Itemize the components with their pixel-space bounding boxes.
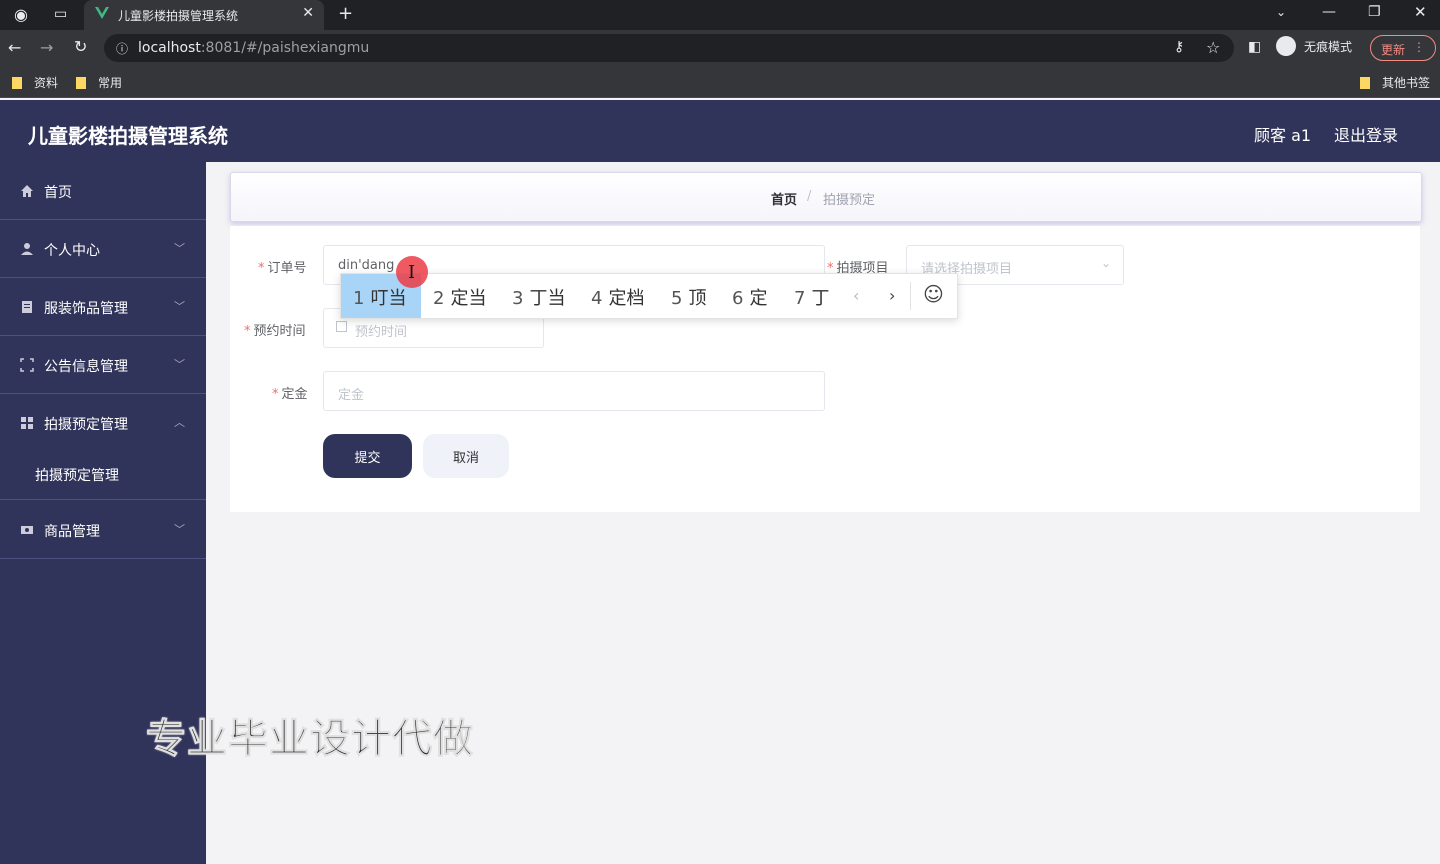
info-icon[interactable]: ⓘ	[116, 40, 128, 57]
sidebar-item-clothing[interactable]: 服装饰品管理 ﹀	[0, 278, 206, 336]
breadcrumb: 首页 / 拍摄预定	[230, 172, 1422, 222]
document-icon	[22, 301, 32, 313]
current-user: 顾客 a1	[1254, 126, 1312, 145]
sidebar-item-profile[interactable]: 个人中心 ﹀	[0, 220, 206, 278]
sidebar-item-booking[interactable]: 拍摄预定管理 ︿	[0, 394, 206, 452]
submenu-item-booking-manage[interactable]: 拍摄预定管理	[0, 450, 206, 500]
home-icon	[21, 185, 33, 197]
ticket-icon	[21, 526, 33, 534]
browser-tab-bar: ◉ ▭ 儿童影楼拍摄管理系统 ✕ + ⌄ — ❐ ✕	[0, 0, 1440, 30]
back-icon[interactable]: ←	[8, 38, 21, 57]
folder-icon	[76, 77, 86, 89]
breadcrumb-home[interactable]: 首页	[771, 189, 797, 208]
star-icon[interactable]: ☆	[1206, 38, 1220, 57]
order-no-label: * 订单号	[258, 261, 307, 276]
close-window-icon[interactable]: ✕	[1414, 3, 1427, 21]
ime-candidate-bar: 1 叮当 2 定当 3 丁当 4 定档 5顶 6定 7丁 ‹ › ☺	[340, 273, 958, 319]
url-text: localhost:8081/#/paishexiangmu	[138, 40, 370, 56]
bookmark-folder[interactable]: 常用	[76, 74, 122, 91]
ime-candidate[interactable]: 5顶	[671, 274, 706, 318]
chevron-down-icon: ﹀	[174, 300, 185, 313]
sidebar-item-label: 公告信息管理	[44, 359, 128, 375]
app-title: 儿童影楼拍摄管理系统	[28, 124, 228, 148]
chevron-down-icon[interactable]: ⌄	[1276, 5, 1286, 19]
url-field[interactable]: ⓘ localhost:8081/#/paishexiangmu ⚷ ☆	[104, 34, 1234, 62]
ime-candidate[interactable]: 4 定档	[591, 274, 644, 318]
new-tab-button[interactable]: +	[338, 3, 353, 24]
logout-link[interactable]: 退出登录	[1334, 122, 1398, 146]
folder-icon	[1360, 77, 1370, 89]
sidebar-item-label: 服装饰品管理	[44, 301, 128, 317]
chevron-down-icon: ﹀	[174, 358, 185, 371]
chevron-up-icon: ︿	[174, 416, 185, 429]
breadcrumb-current: 拍摄预定	[823, 193, 876, 208]
chevron-down-icon: ⌄	[1100, 256, 1111, 270]
emoji-icon[interactable]: ☺	[923, 282, 944, 306]
sidepanel-icon[interactable]: ◧	[1248, 39, 1261, 55]
browser-tab[interactable]: 儿童影楼拍摄管理系统 ✕	[84, 0, 324, 30]
incognito-icon	[1276, 36, 1296, 56]
ime-candidate[interactable]: 7丁	[794, 274, 829, 318]
ime-divider	[910, 282, 911, 310]
globe-icon[interactable]: ◉	[14, 5, 28, 24]
chevron-down-icon: ﹀	[174, 523, 185, 536]
restore-icon[interactable]: ❐	[1368, 4, 1381, 20]
update-button[interactable]: 更新 ⋮	[1370, 35, 1436, 61]
cancel-button[interactable]: 取消	[423, 434, 509, 478]
order-no-value: din'dang	[338, 258, 395, 273]
calendar-icon	[336, 321, 347, 332]
deposit-label: * 定金	[272, 387, 308, 402]
watermark-text: 专业毕业设计代做	[146, 716, 474, 763]
ime-candidate[interactable]: 3 丁当	[512, 274, 565, 318]
app-header: 儿童影楼拍摄管理系统 顾客 a1 退出登录	[0, 100, 1440, 162]
sidebar-item-home[interactable]: 首页	[0, 162, 206, 220]
sidebar-item-label: 首页	[44, 185, 72, 201]
bookmarks-bar: 资料 常用 其他书签	[0, 66, 1440, 98]
time-label: * 预约时间	[244, 324, 306, 339]
time-placeholder: 预约时间	[355, 325, 408, 340]
other-bookmarks[interactable]: 其他书签	[1360, 74, 1430, 91]
close-icon[interactable]: ✕	[302, 5, 314, 21]
ime-candidate[interactable]: 2 定当	[433, 274, 486, 318]
tab-title: 儿童影楼拍摄管理系统	[118, 9, 239, 23]
grid-icon	[21, 417, 33, 429]
ime-prev-icon[interactable]: ‹	[853, 286, 859, 305]
ime-candidate[interactable]: 6定	[732, 274, 767, 318]
incognito-profile[interactable]: 无痕模式	[1276, 36, 1352, 60]
frame-icon	[20, 358, 34, 372]
folder-icon	[12, 77, 22, 89]
text-cursor-icon: I	[408, 262, 416, 283]
more-icon: ⋮	[1413, 40, 1425, 54]
chevron-down-icon: ﹀	[174, 242, 185, 255]
ime-next-icon[interactable]: ›	[889, 286, 895, 305]
minimize-icon[interactable]: —	[1322, 4, 1336, 20]
forward-icon[interactable]: →	[40, 38, 53, 57]
sidebar-item-label: 个人中心	[44, 243, 100, 259]
key-icon[interactable]: ⚷	[1174, 39, 1184, 55]
breadcrumb-separator: /	[807, 189, 812, 204]
vue-logo-icon	[95, 7, 109, 19]
user-icon	[21, 243, 33, 255]
submit-button[interactable]: 提交	[323, 434, 412, 478]
reload-icon[interactable]: ↻	[74, 37, 87, 56]
submenu-item-label: 拍摄预定管理	[35, 468, 119, 484]
bookmark-folder[interactable]: 资料	[12, 74, 58, 91]
sidebar-item-notice[interactable]: 公告信息管理 ﹀	[0, 336, 206, 394]
sidebar-item-label: 商品管理	[44, 524, 100, 540]
tab-search-icon[interactable]: ▭	[54, 6, 67, 22]
address-bar: ← → ↻ ⓘ localhost:8081/#/paishexiangmu ⚷…	[0, 30, 1440, 66]
sidebar-item-goods[interactable]: 商品管理 ﹀	[0, 501, 206, 559]
deposit-placeholder: 定金	[338, 388, 365, 403]
sidebar-item-label: 拍摄预定管理	[44, 417, 128, 433]
deposit-input[interactable]: 定金	[323, 371, 825, 411]
